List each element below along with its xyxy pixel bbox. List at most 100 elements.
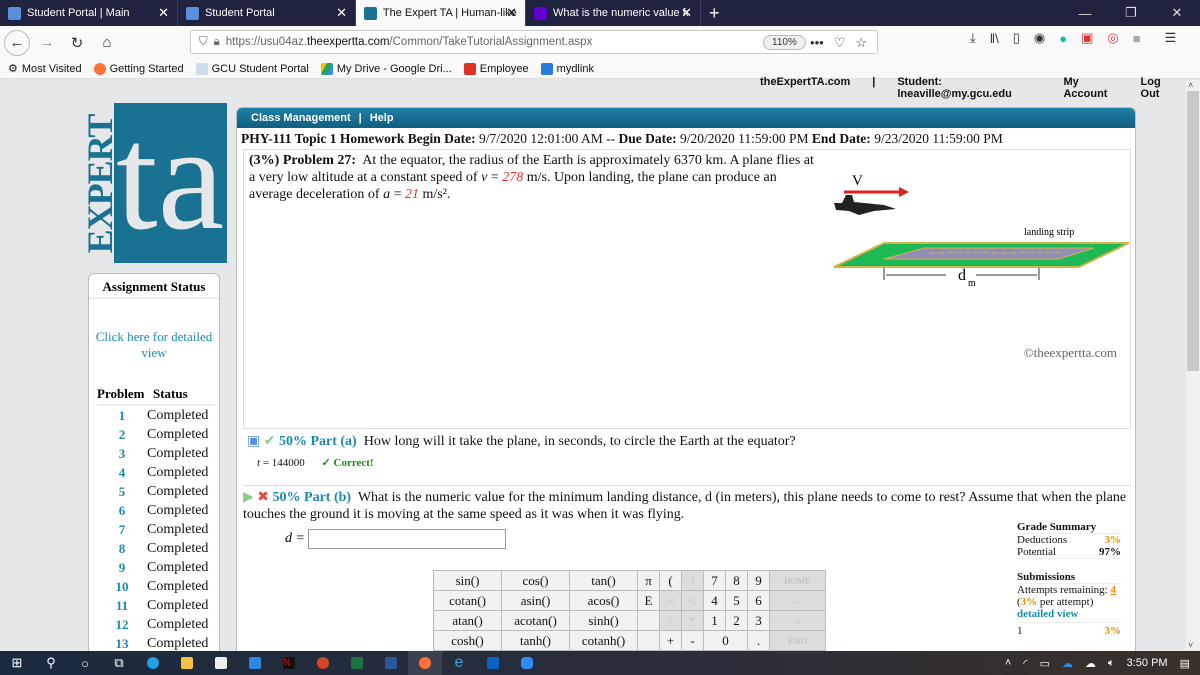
keypad-key[interactable]: cotan() — [433, 590, 502, 611]
tab-yahoo-answers[interactable]: What is the numeric value for t ✕ — [526, 0, 701, 26]
problem-row[interactable]: 9 Completed — [97, 558, 215, 577]
close-window-button[interactable]: ✕ — [1154, 5, 1200, 21]
mail-icon[interactable] — [238, 651, 272, 675]
problem-row[interactable]: 3 Completed — [97, 444, 215, 463]
bookmark-gcu-portal[interactable]: GCU Student Portal — [195, 62, 309, 75]
problem-row[interactable]: 11 Completed — [97, 596, 215, 615]
keypad-key[interactable]: - — [681, 630, 704, 651]
keypad-key[interactable]: cos() — [501, 570, 570, 591]
keypad-key[interactable]: ↑^ — [659, 590, 682, 611]
reload-button[interactable]: ↻ — [64, 30, 90, 56]
keypad-key[interactable]: π — [637, 570, 660, 591]
keypad-key[interactable]: 4 — [703, 590, 726, 611]
ie-icon[interactable]: e — [442, 651, 476, 675]
extension-search-icon[interactable]: ◎ — [1107, 30, 1118, 46]
keypad-key[interactable]: 5 — [725, 590, 748, 611]
keypad-key[interactable]: ( — [659, 570, 682, 591]
downloads-icon[interactable]: ⤓ — [970, 30, 976, 46]
battery-icon[interactable]: ▭ — [1040, 657, 1050, 670]
keypad-key[interactable]: tan() — [569, 570, 638, 591]
keypad-key[interactable]: ^↓ — [681, 590, 704, 611]
class-management-link[interactable]: Class Management — [251, 112, 351, 124]
page-actions-icon[interactable]: ••• — [810, 35, 824, 51]
problem-number[interactable]: 4 — [97, 465, 147, 481]
bookmark-employee[interactable]: Employee — [463, 62, 529, 75]
keypad-key[interactable]: * — [681, 610, 704, 631]
cloud-icon[interactable]: ☁ — [1085, 657, 1096, 670]
problem-number[interactable]: 10 — [97, 579, 147, 595]
search-icon[interactable]: ⚲ — [34, 651, 68, 675]
tab-student-portal-main[interactable]: Student Portal | Main ✕ — [0, 0, 178, 26]
keypad-key[interactable]: + — [659, 630, 682, 651]
problem-number[interactable]: 13 — [97, 636, 147, 652]
keypad-key[interactable]: ) — [681, 570, 704, 591]
task-view-icon[interactable]: ⧉ — [102, 651, 136, 675]
problem-number[interactable]: 2 — [97, 427, 147, 443]
problem-row[interactable]: 6 Completed — [97, 501, 215, 520]
problem-number[interactable]: 5 — [97, 484, 147, 500]
word-icon[interactable] — [374, 651, 408, 675]
problem-row[interactable]: 4 Completed — [97, 463, 215, 482]
tab-student-portal[interactable]: Student Portal ✕ — [178, 0, 356, 26]
keypad-key[interactable]: → — [769, 610, 826, 631]
keypad-key[interactable]: 7 — [703, 570, 726, 591]
keypad-key[interactable]: cotanh() — [569, 630, 638, 651]
account-icon[interactable]: ◉ — [1034, 30, 1045, 46]
keypad-key[interactable]: sin() — [433, 570, 502, 591]
tray-chevron-icon[interactable]: ˄ — [1005, 657, 1011, 669]
keypad-key[interactable]: asin() — [501, 590, 570, 611]
store-icon[interactable] — [204, 651, 238, 675]
keypad-key[interactable]: 3 — [747, 610, 770, 631]
problem-number[interactable]: 1 — [97, 408, 147, 424]
problem-row[interactable]: 8 Completed — [97, 539, 215, 558]
problem-row[interactable]: 5 Completed — [97, 482, 215, 501]
problem-number[interactable]: 7 — [97, 522, 147, 538]
scroll-down-icon[interactable]: ˅ — [1188, 640, 1193, 650]
new-tab-button[interactable]: + — [701, 3, 728, 24]
keypad-key[interactable]: 6 — [747, 590, 770, 611]
problem-number[interactable]: 9 — [97, 560, 147, 576]
tab-expert-ta[interactable]: The Expert TA | Human-like Gra✕ — [356, 0, 526, 26]
bookmark-getting-started[interactable]: Getting Started — [93, 62, 184, 75]
powerpoint-icon[interactable] — [306, 651, 340, 675]
keypad-key[interactable]: acotan() — [501, 610, 570, 631]
close-tab-icon[interactable]: ✕ — [336, 5, 347, 21]
minimize-button[interactable]: — — [1062, 6, 1108, 21]
extension-icon[interactable]: ▣ — [1081, 30, 1093, 46]
pocket-icon[interactable]: ♡ — [834, 35, 846, 51]
keypad-key[interactable]: atan() — [433, 610, 502, 631]
log-out-link[interactable]: Log Out — [1141, 76, 1178, 100]
scrollbar-thumb[interactable] — [1187, 91, 1199, 371]
grammarly-icon[interactable]: ● — [1059, 31, 1067, 46]
bookmark-most-visited[interactable]: ⚙ Most Visited — [8, 62, 82, 76]
keypad-key[interactable]: . — [747, 630, 770, 651]
notifications-icon[interactable]: ▤ — [1180, 657, 1190, 670]
firefox-icon[interactable] — [408, 651, 442, 675]
keypad-key[interactable]: acos() — [569, 590, 638, 611]
problem-number[interactable]: 8 — [97, 541, 147, 557]
close-tab-icon[interactable]: ✕ — [506, 5, 517, 21]
collapse-icon[interactable]: ▣ — [247, 434, 260, 449]
keypad-key[interactable]: 0 — [703, 630, 748, 651]
keypad-key[interactable]: sinh() — [569, 610, 638, 631]
keypad-key[interactable]: / — [659, 610, 682, 631]
keypad-key[interactable]: 8 — [725, 570, 748, 591]
keypad-key[interactable]: 1 — [703, 610, 726, 631]
sidebar-icon[interactable]: ▯ — [1013, 30, 1020, 46]
bookmark-star-icon[interactable]: ☆ — [855, 35, 867, 51]
home-button[interactable]: ⌂ — [94, 30, 120, 56]
answer-input[interactable] — [307, 529, 506, 549]
close-tab-icon[interactable]: ✕ — [158, 5, 169, 21]
problem-row[interactable]: 1 Completed — [97, 406, 215, 425]
bookmark-google-drive[interactable]: My Drive - Google Dri... — [320, 62, 452, 75]
onedrive-icon[interactable]: ☁ — [1062, 657, 1073, 670]
problem-number[interactable]: 6 — [97, 503, 147, 519]
keypad-key[interactable]: END — [769, 630, 826, 651]
zoom-level[interactable]: 110% — [763, 35, 806, 50]
problem-number[interactable]: 11 — [97, 598, 147, 614]
submissions-detailed-view-link[interactable]: detailed view — [1017, 608, 1121, 620]
page-scrollbar[interactable]: ˄ ˅ — [1186, 80, 1200, 650]
home-link[interactable]: theExpertTA.com — [760, 76, 850, 100]
cortana-icon[interactable]: ○ — [68, 651, 102, 675]
zoom-icon[interactable] — [510, 651, 544, 675]
